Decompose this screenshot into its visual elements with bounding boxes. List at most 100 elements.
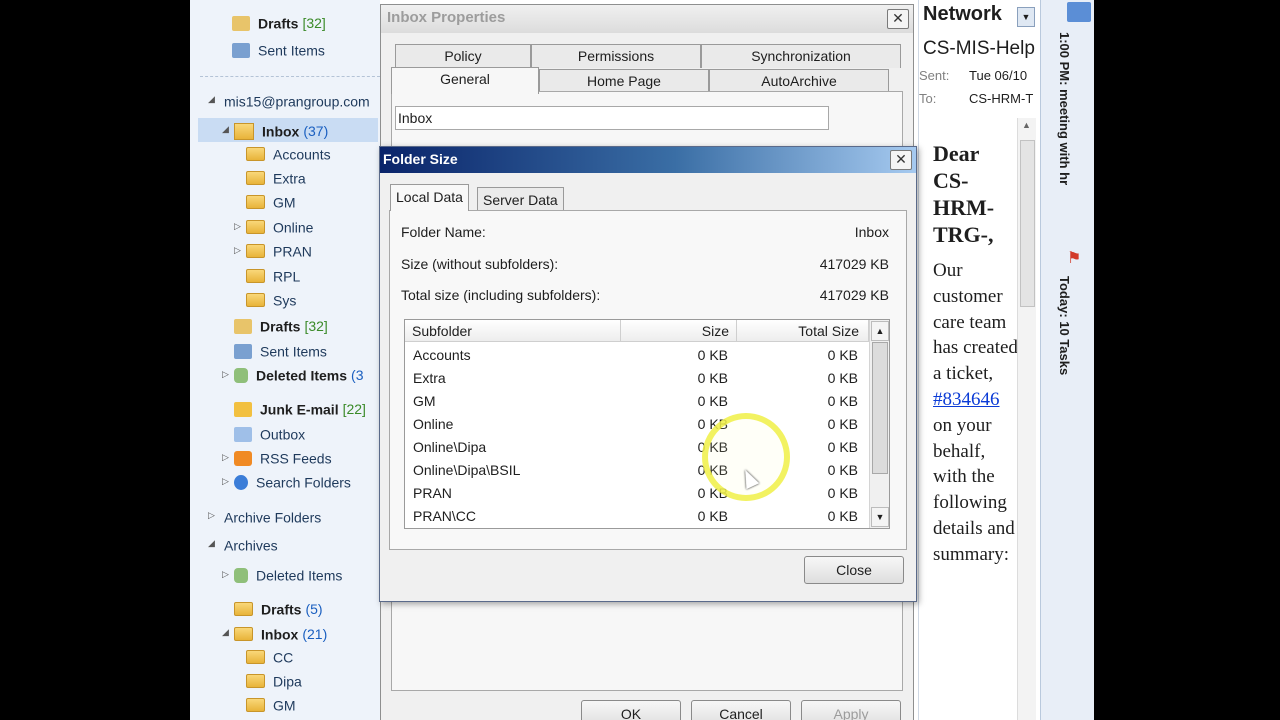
- nav-search-folders[interactable]: Search Folders: [234, 469, 351, 493]
- recycle-bin-icon: [234, 567, 248, 583]
- sent-items-icon: [232, 42, 250, 58]
- message-greeting: Dear CS-HRM-TRG-,: [933, 141, 995, 247]
- nav-archive-drafts[interactable]: Drafts (5): [234, 596, 323, 620]
- nav-archives[interactable]: Archives: [224, 532, 278, 556]
- nav-folder-online[interactable]: Online: [246, 214, 313, 238]
- drafts-icon: [234, 318, 252, 334]
- close-icon[interactable]: ✕: [890, 150, 912, 170]
- nav-drafts-top[interactable]: Drafts [32]: [232, 10, 326, 34]
- nav-folder-extra[interactable]: Extra: [246, 165, 306, 189]
- nav-folder-pran[interactable]: PRAN: [246, 238, 312, 262]
- collapse-arrow-icon[interactable]: ◢: [222, 125, 230, 134]
- folder-icon: [246, 147, 265, 162]
- nav-archive-folder-gm[interactable]: GM: [246, 692, 296, 716]
- expand-arrow-icon[interactable]: ▷: [222, 453, 230, 462]
- outlook-window: Drafts [32] Sent Items ◢ mis15@prangroup.…: [190, 0, 1094, 720]
- folder-name-row: Folder Name: Inbox: [401, 224, 889, 240]
- table-row[interactable]: PRAN 0 KB 0 KB: [405, 482, 869, 505]
- tab-local-data[interactable]: Local Data: [390, 184, 469, 211]
- table-row[interactable]: GM 0 KB 0 KB: [405, 390, 869, 413]
- collapse-arrow-icon[interactable]: ◢: [222, 628, 230, 637]
- nav-rss-feeds[interactable]: RSS Feeds: [234, 445, 332, 469]
- tab-policy[interactable]: Policy: [395, 44, 531, 68]
- recycle-bin-icon: [234, 367, 248, 383]
- expand-arrow-icon[interactable]: ▷: [208, 511, 216, 520]
- expand-arrow-icon[interactable]: ▷: [222, 370, 230, 379]
- todo-appointment[interactable]: 1:00 PM: meeting with hr: [1057, 32, 1072, 185]
- dialog-title-bar: Folder Size: [380, 147, 916, 173]
- expand-arrow-icon[interactable]: ▷: [234, 246, 242, 255]
- todo-bar: 1:00 PM: meeting with hr ⚑ Today: 10 Tas…: [1040, 0, 1094, 720]
- scrollbar-thumb[interactable]: [872, 342, 888, 474]
- table-row[interactable]: Online 0 KB 0 KB: [405, 413, 869, 436]
- cancel-button[interactable]: Cancel: [691, 700, 791, 720]
- dialog-title-bar: Inbox Properties: [381, 5, 913, 33]
- tab-home-page[interactable]: Home Page: [539, 69, 709, 93]
- column-header-total-size[interactable]: Total Size: [737, 320, 869, 342]
- expand-arrow-icon[interactable]: ▷: [222, 477, 230, 486]
- column-header-size[interactable]: Size: [621, 320, 737, 342]
- nav-drafts[interactable]: Drafts [32]: [234, 313, 328, 337]
- apply-button[interactable]: Apply: [801, 700, 901, 720]
- expand-arrow-icon[interactable]: ▷: [234, 222, 242, 231]
- table-row[interactable]: Accounts 0 KB 0 KB: [405, 344, 869, 367]
- table-row[interactable]: Extra 0 KB 0 KB: [405, 367, 869, 390]
- subfolder-list[interactable]: Subfolder Size Total Size Accounts 0 KB 0 …: [404, 319, 890, 529]
- nav-deleted-items[interactable]: Deleted Items (3: [234, 362, 364, 386]
- folder-icon: [246, 220, 265, 235]
- message-subject: CS-MIS-Help: [923, 38, 1035, 59]
- tab-server-data[interactable]: Server Data: [477, 187, 564, 212]
- nav-folder-sys[interactable]: Sys: [246, 287, 296, 311]
- nav-inbox[interactable]: Inbox (37): [234, 118, 328, 142]
- nav-folder-rpl[interactable]: RPL: [246, 263, 300, 287]
- folder-icon: [234, 602, 253, 617]
- folder-icon: [246, 269, 265, 284]
- flag-icon: ⚑: [1067, 250, 1082, 267]
- column-header-subfolder[interactable]: Subfolder: [405, 320, 621, 342]
- nav-archive-folders[interactable]: Archive Folders: [224, 504, 321, 528]
- inbox-icon: [234, 122, 254, 140]
- tab-general[interactable]: General: [391, 67, 539, 94]
- tab-autoarchive[interactable]: AutoArchive: [709, 69, 889, 93]
- folder-icon: [246, 650, 265, 665]
- table-row[interactable]: Online\Dipa\BSIL 0 KB 0 KB: [405, 459, 869, 482]
- ok-button[interactable]: OK: [581, 700, 681, 720]
- nav-archive-folder-dipa[interactable]: Dipa: [246, 668, 302, 692]
- scroll-up-icon[interactable]: ▲: [1019, 120, 1034, 138]
- nav-sent-items[interactable]: Sent Items: [234, 338, 327, 362]
- folder-name-field[interactable]: Inbox: [395, 106, 829, 130]
- scroll-up-icon[interactable]: ▲: [871, 321, 889, 341]
- collapse-arrow-icon[interactable]: ◢: [208, 539, 216, 548]
- collapse-arrow-icon[interactable]: ◢: [208, 95, 216, 104]
- chevron-down-icon[interactable]: ▼: [1017, 7, 1035, 27]
- drafts-icon: [232, 15, 250, 31]
- reading-pane-scrollbar[interactable]: ▲: [1017, 118, 1036, 720]
- table-row[interactable]: PRAN\CC 0 KB 0 KB: [405, 505, 869, 528]
- list-scrollbar[interactable]: ▲ ▼: [869, 320, 889, 528]
- folder-icon: [246, 244, 265, 259]
- nav-folder-accounts[interactable]: Accounts: [246, 141, 331, 165]
- nav-archive-deleted-items[interactable]: Deleted Items: [234, 562, 342, 586]
- nav-sent-top[interactable]: Sent Items: [232, 37, 325, 61]
- nav-junk-email[interactable]: Junk E-mail [22]: [234, 396, 366, 420]
- ticket-link[interactable]: #834646: [933, 389, 1000, 410]
- nav-outbox[interactable]: Outbox: [234, 421, 305, 445]
- nav-account[interactable]: mis15@prangroup.com: [224, 88, 370, 112]
- message-to-line: To: CS-HRM-T: [919, 91, 1034, 106]
- scroll-down-icon[interactable]: ▼: [871, 507, 889, 527]
- size-row: Size (without subfolders): 417029 KB: [401, 256, 889, 272]
- table-row[interactable]: Online\Dipa 0 KB 0 KB: [405, 436, 869, 459]
- sent-items-icon: [234, 343, 252, 359]
- calendar-icon: [1067, 2, 1091, 22]
- tab-permissions[interactable]: Permissions: [531, 44, 701, 68]
- expand-arrow-icon[interactable]: ▷: [222, 570, 230, 579]
- close-button[interactable]: Close: [804, 556, 904, 584]
- close-icon[interactable]: ✕: [887, 9, 909, 29]
- scrollbar-thumb[interactable]: [1020, 140, 1035, 307]
- folder-icon: [234, 627, 253, 642]
- nav-archive-folder-cc[interactable]: CC: [246, 644, 293, 668]
- tab-synchronization[interactable]: Synchronization: [701, 44, 901, 68]
- todo-tasks[interactable]: Today: 10 Tasks: [1057, 276, 1072, 375]
- nav-folder-gm[interactable]: GM: [246, 189, 296, 213]
- nav-archive-inbox[interactable]: Inbox (21): [234, 621, 327, 645]
